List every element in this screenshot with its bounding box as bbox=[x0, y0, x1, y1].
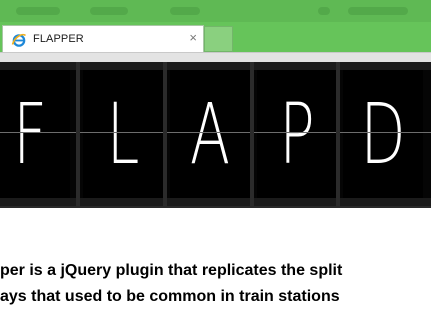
flap-tile: D bbox=[343, 70, 423, 198]
flap-letter: F bbox=[13, 85, 47, 183]
browser-toolbar bbox=[0, 0, 431, 22]
flap-board-bottom bbox=[0, 206, 431, 208]
toolbar-item[interactable] bbox=[318, 7, 330, 15]
flap-board-inner: F L A P D bbox=[0, 70, 431, 198]
flap-divider bbox=[336, 62, 340, 206]
new-tab-button[interactable] bbox=[204, 26, 233, 52]
flap-letter: P bbox=[279, 85, 315, 183]
flap-tile: A bbox=[170, 70, 250, 198]
article-line: ays that used to be common in train stat… bbox=[0, 288, 340, 305]
flap-board: F L A P D bbox=[0, 62, 431, 206]
flap-tile: F bbox=[0, 70, 70, 198]
flap-letter: A bbox=[189, 85, 231, 183]
toolbar-item[interactable] bbox=[90, 7, 128, 15]
browser-chrome: FLAPPER × bbox=[0, 0, 431, 53]
toolbar-item[interactable] bbox=[348, 7, 408, 15]
flap-tile: L bbox=[83, 70, 163, 198]
flap-tile: P bbox=[257, 70, 337, 198]
flap-split-line bbox=[0, 132, 431, 133]
tab-title: FLAPPER bbox=[33, 33, 84, 45]
flap-divider bbox=[76, 62, 80, 206]
ie-logo-icon bbox=[11, 33, 27, 47]
flap-divider bbox=[163, 62, 167, 206]
close-tab-icon[interactable]: × bbox=[189, 30, 197, 46]
toolbar-item[interactable] bbox=[170, 7, 200, 15]
flap-divider bbox=[250, 62, 254, 206]
toolbar-item[interactable] bbox=[16, 7, 60, 15]
tab-flapper[interactable]: FLAPPER × bbox=[2, 25, 204, 52]
flap-letter: L bbox=[106, 85, 140, 183]
flap-letter: D bbox=[360, 85, 406, 183]
article-line: per is a jQuery plugin that replicates t… bbox=[0, 262, 343, 279]
